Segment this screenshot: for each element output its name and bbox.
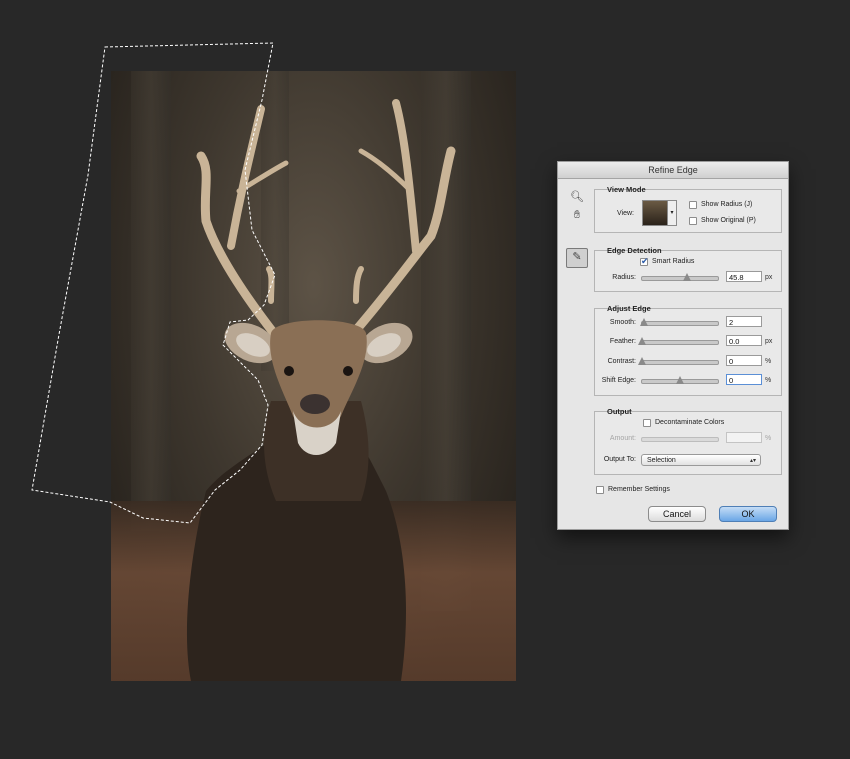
radius-input[interactable]: 45.8 <box>726 271 762 282</box>
show-original-label: Show Original (P) <box>701 217 756 224</box>
amount-slider[interactable] <box>641 437 719 442</box>
decontaminate-colors-label: Decontaminate Colors <box>655 419 725 426</box>
cancel-button[interactable]: Cancel <box>648 506 706 522</box>
refine-edge-dialog: Refine Edge 🔍︎ ✋︎ ✎ View Mode View: ▾ Sh… <box>557 161 789 530</box>
contrast-label: Contrast: <box>607 358 636 365</box>
amount-input[interactable] <box>726 432 762 443</box>
output-to-value: Selection <box>647 457 676 464</box>
edge-detection-title: Edge Detection <box>607 246 662 255</box>
smart-radius-label: Smart Radius <box>652 258 695 265</box>
hand-icon[interactable]: ✋︎ <box>569 207 585 223</box>
magnifier-icon[interactable]: 🔍︎ <box>569 189 585 205</box>
remember-settings-checkbox[interactable] <box>596 486 604 494</box>
show-radius-label: Show Radius (J) <box>701 201 753 208</box>
feather-slider[interactable] <box>638 337 719 345</box>
smooth-label: Smooth: <box>609 319 636 326</box>
feather-slider-thumb[interactable] <box>638 337 646 345</box>
shift-edge-unit: % <box>765 377 772 384</box>
radius-slider-thumb[interactable] <box>683 273 691 281</box>
decontaminate-colors-checkbox[interactable] <box>643 419 651 427</box>
feather-unit: px <box>765 338 773 345</box>
ok-button[interactable]: OK <box>719 506 777 522</box>
view-mode-dropdown-arrow[interactable]: ▾ <box>667 200 677 226</box>
output-to-label: Output To: <box>603 456 636 463</box>
shift-edge-input[interactable]: 0 <box>726 374 762 385</box>
show-original-checkbox[interactable] <box>689 217 697 225</box>
remember-settings-label: Remember Settings <box>608 486 670 493</box>
deer-photo[interactable] <box>111 71 516 681</box>
feather-label: Feather: <box>609 338 636 345</box>
select-arrows-icon: ▴▾ <box>749 458 756 464</box>
output-title: Output <box>607 407 632 416</box>
view-mode-thumbnail[interactable] <box>642 200 668 226</box>
smart-radius-checkbox[interactable] <box>640 256 649 267</box>
contrast-slider[interactable] <box>638 357 719 365</box>
view-mode-title: View Mode <box>607 185 646 194</box>
feather-input[interactable]: 0.0 <box>726 335 762 346</box>
radius-label: Radius: <box>612 274 636 281</box>
shift-edge-slider[interactable] <box>641 376 719 384</box>
smooth-slider[interactable] <box>640 318 719 326</box>
contrast-unit: % <box>765 358 772 365</box>
contrast-slider-thumb[interactable] <box>638 357 646 365</box>
view-label: View: <box>617 210 634 217</box>
shift-edge-label: Shift Edge: <box>601 377 636 384</box>
radius-unit: px <box>765 274 773 281</box>
dialog-title: Refine Edge <box>558 162 788 179</box>
output-to-select[interactable]: Selection ▴▾ <box>641 454 761 466</box>
contrast-input[interactable]: 0 <box>726 355 762 366</box>
amount-unit: % <box>765 435 772 442</box>
adjust-edge-title: Adjust Edge <box>607 304 651 313</box>
amount-label: Amount: <box>609 435 636 442</box>
smooth-slider-thumb[interactable] <box>640 318 648 326</box>
deer-illustration <box>186 99 456 681</box>
smooth-input[interactable]: 2 <box>726 316 762 327</box>
shift-edge-slider-thumb[interactable] <box>676 376 684 384</box>
refine-radius-brush-icon[interactable]: ✎ <box>566 248 588 268</box>
show-radius-checkbox[interactable] <box>689 201 697 209</box>
radius-slider[interactable] <box>641 273 719 281</box>
